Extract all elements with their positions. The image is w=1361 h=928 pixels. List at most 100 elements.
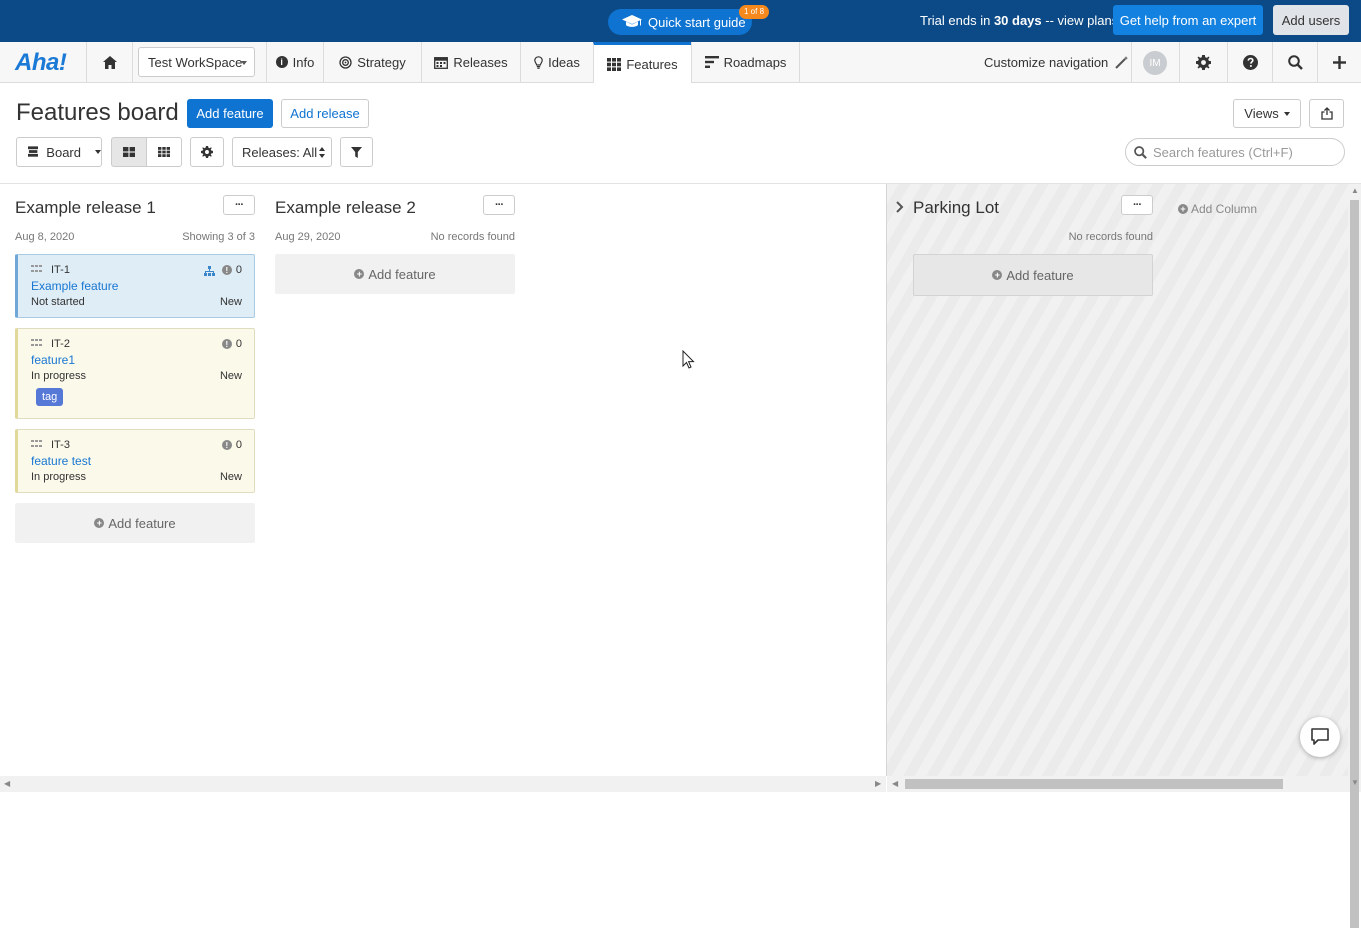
vertical-scrollbar-thumb[interactable] [1350, 200, 1359, 928]
search-features-box[interactable] [1125, 138, 1345, 166]
question-circle-icon [1242, 54, 1258, 70]
feature-status: In progress [31, 370, 87, 382]
releases-filter-select[interactable]: Releases: All [232, 137, 332, 167]
home-button[interactable] [86, 42, 132, 82]
scroll-down-icon[interactable]: ▼ [1351, 778, 1359, 787]
quick-start-button[interactable]: Quick start guide [608, 9, 752, 35]
caret-down-icon [1283, 111, 1290, 116]
nav-item-releases-label: Releases [453, 54, 508, 70]
releases-filter-label: Releases: All [242, 144, 318, 160]
comments-count[interactable]: ! 0 [221, 338, 242, 350]
home-icon [102, 55, 117, 69]
global-search-button[interactable] [1272, 42, 1317, 82]
hierarchy-icon [204, 266, 215, 276]
comments-count[interactable]: ! 0 [221, 439, 242, 451]
nav-item-info-label: Info [292, 54, 315, 70]
get-help-button[interactable]: Get help from an expert [1113, 5, 1263, 35]
feature-tag[interactable]: tag [36, 388, 64, 406]
trial-notice[interactable]: Trial ends in 30 days -- view plans [920, 13, 1118, 28]
customize-navigation-link[interactable]: Customize navigation [984, 55, 1129, 70]
magic-wand-icon [1115, 56, 1129, 69]
page-title: Features board [16, 99, 179, 126]
nav-item-features[interactable]: Features [593, 42, 691, 83]
add-column-button[interactable]: + Add Column [1178, 202, 1257, 216]
ellipsis-icon: ··· [495, 199, 504, 211]
chevron-right-icon[interactable] [896, 201, 904, 213]
grid-small-icon [158, 147, 170, 157]
parking-lot-title: Parking Lot [913, 198, 999, 217]
comments-count[interactable]: ! 0 [221, 264, 242, 276]
nav-item-ideas[interactable]: Ideas [520, 42, 593, 82]
release-date: Aug 8, 2020 [15, 231, 75, 243]
comments-count-value: 0 [235, 264, 242, 276]
nav-item-releases[interactable]: Releases [421, 42, 520, 82]
column-menu-button[interactable]: ··· [1121, 195, 1153, 215]
plus-circle-icon: + [1178, 204, 1188, 214]
feature-card[interactable]: IT-3 ! 0 feature test In progress New [15, 429, 255, 493]
settings-button[interactable] [1179, 42, 1227, 82]
scroll-up-icon[interactable]: ▲ [1351, 186, 1359, 195]
card-drag-handle-icon[interactable] [31, 339, 42, 348]
card-view-toggle[interactable] [111, 137, 147, 167]
gear-icon [201, 146, 213, 158]
scroll-left-icon[interactable]: ◀ [892, 779, 898, 788]
create-button[interactable] [1317, 42, 1361, 82]
filter-button[interactable] [340, 137, 373, 167]
compact-view-toggle[interactable] [146, 137, 182, 167]
card-drag-handle-icon[interactable] [31, 265, 42, 274]
share-icon [1320, 107, 1333, 120]
avatar[interactable]: IM [1143, 51, 1167, 75]
column-title: Example release 1 [15, 198, 156, 217]
scroll-left-icon[interactable]: ◀ [4, 779, 10, 788]
add-column-label: Add Column [1191, 202, 1258, 216]
column-menu-button[interactable]: ··· [223, 195, 255, 215]
add-feature-button[interactable]: Add feature [187, 99, 273, 128]
scroll-right-icon[interactable]: ▶ [875, 779, 881, 788]
board-selector-label: Board [46, 144, 81, 160]
help-button[interactable] [1227, 42, 1272, 82]
nav-item-info[interactable]: i Info [266, 42, 323, 82]
search-features-input[interactable] [1153, 144, 1333, 160]
trial-days: 30 days [993, 13, 1042, 28]
horizontal-scrollbar-board[interactable]: ◀ ▶ [0, 776, 886, 792]
ellipsis-icon: ··· [1133, 199, 1142, 211]
views-dropdown[interactable]: Views [1233, 99, 1301, 128]
workspace-selector[interactable]: Test WorkSpace [138, 47, 255, 77]
card-drag-handle-icon[interactable] [31, 440, 42, 449]
nav-item-strategy[interactable]: Strategy [323, 42, 421, 82]
record-count: No records found [1068, 231, 1153, 243]
column-add-feature-button[interactable]: + Add feature [275, 254, 515, 294]
nav-item-roadmaps[interactable]: Roadmaps [691, 42, 800, 82]
feature-title-link[interactable]: feature test [31, 454, 91, 468]
mouse-cursor-icon [682, 350, 695, 369]
cards-icon [123, 147, 135, 157]
feature-title-link[interactable]: Example feature [31, 279, 118, 293]
info-icon: i [275, 56, 288, 68]
vertical-scrollbar[interactable]: ▲ ▼ [1348, 184, 1361, 928]
comment-icon: ! [221, 440, 232, 450]
board-selector[interactable]: Board [16, 137, 102, 167]
feature-card[interactable]: IT-2 ! 0 feature1 In progress New tag [15, 328, 255, 419]
aha-logo[interactable]: Aha! [15, 49, 67, 77]
column-add-feature-button[interactable]: + Add feature [15, 503, 255, 543]
column-menu-button[interactable]: ··· [483, 195, 515, 215]
add-release-button[interactable]: Add release [281, 99, 369, 128]
feature-card[interactable]: IT-1 ! 0 Example feature Not started New [15, 254, 255, 318]
workflow-status: New [219, 296, 242, 308]
workspace-name: Test WorkSpace [148, 54, 243, 70]
workflow-status: New [219, 370, 242, 382]
horizontal-scrollbar-parking-lot[interactable]: ◀ [887, 776, 1348, 792]
chat-button[interactable] [1300, 717, 1340, 757]
plus-circle-icon: + [992, 270, 1003, 280]
lightbulb-icon [534, 55, 543, 69]
add-users-button[interactable]: Add users [1273, 5, 1349, 35]
feature-title-link[interactable]: feature1 [31, 353, 75, 367]
column-add-feature-button[interactable]: + Add feature [913, 254, 1153, 296]
views-label: Views [1244, 106, 1279, 121]
column-add-feature-label: Add feature [1006, 267, 1074, 283]
board-settings-button[interactable] [190, 137, 224, 167]
horizontal-scrollbar-thumb[interactable] [905, 779, 1283, 789]
export-button[interactable] [1309, 99, 1344, 128]
feature-status: In progress [31, 471, 87, 483]
target-icon [339, 55, 352, 69]
